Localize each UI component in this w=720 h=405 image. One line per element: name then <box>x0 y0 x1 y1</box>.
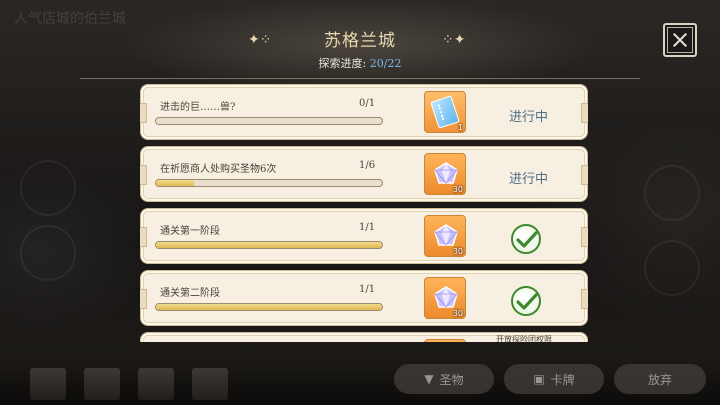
progress-value: 20/22 <box>369 57 402 70</box>
reward-item[interactable] <box>424 339 466 342</box>
task-row: 在祈愿商人处购买圣物6次 1/6 30 进行中 <box>140 146 588 202</box>
task-count: 1/6 <box>359 160 376 171</box>
task-name: 通关第二阶段 <box>160 288 220 299</box>
task-progress-fill <box>156 180 194 186</box>
task-progress-bar <box>155 303 383 311</box>
ticket-icon <box>430 95 460 129</box>
abandon-button[interactable]: 放弃 <box>614 364 706 394</box>
close-icon <box>667 27 693 53</box>
reward-quantity: 30 <box>452 185 463 194</box>
diamond-icon <box>434 162 458 184</box>
party-portrait <box>84 368 120 400</box>
task-progress-bar <box>155 241 383 249</box>
background-node-circle <box>644 165 700 221</box>
party-portrait <box>30 368 66 400</box>
goblet-icon: ▼ <box>424 372 434 386</box>
task-count: 1/1 <box>359 284 376 295</box>
reward-quantity: 1 <box>457 123 463 132</box>
task-row: 通关第一阶段 1/1 30 <box>140 208 588 264</box>
party-portrait <box>138 368 174 400</box>
task-row: 通关第二阶段 1/1 30 <box>140 270 588 326</box>
task-progress-fill <box>156 304 382 310</box>
task-count: 0/1 <box>359 98 376 109</box>
relic-button-label: 圣物 <box>439 372 464 387</box>
task-row: 开放探险团权限 <box>140 332 588 342</box>
task-status: 进行中 <box>509 110 549 125</box>
task-name: 在祈愿商人处购买圣物6次 <box>160 164 277 175</box>
task-row: 进击的巨……兽? 0/1 1 进行中 <box>140 84 588 140</box>
reward-item[interactable]: 30 <box>424 215 466 257</box>
diamond-icon <box>434 286 458 308</box>
card-button[interactable]: ▣ 卡牌 <box>504 364 604 394</box>
diamond-icon <box>434 224 458 246</box>
header-divider <box>80 78 640 79</box>
task-name: 通关第一阶段 <box>160 226 220 237</box>
task-status: 进行中 <box>509 172 549 187</box>
task-name: 进击的巨……兽? <box>160 102 236 113</box>
reward-quantity: 30 <box>452 309 463 318</box>
task-status: 开放探险团权限 <box>496 335 552 342</box>
ornament-right: ⁘✦ <box>442 32 466 48</box>
party-portrait <box>192 368 228 400</box>
background-node-circle <box>20 225 76 281</box>
reward-item[interactable]: 30 <box>424 153 466 195</box>
card-button-label: 卡牌 <box>550 372 575 387</box>
abandon-button-label: 放弃 <box>647 372 672 387</box>
task-progress-bar <box>155 117 383 125</box>
ornament-left: ✦⁘ <box>248 32 272 48</box>
reward-item[interactable]: 30 <box>424 277 466 319</box>
progress-label: 探索进度: <box>318 57 367 70</box>
city-title: 苏格兰城 <box>324 31 396 51</box>
reward-quantity: 30 <box>452 247 463 256</box>
task-list[interactable]: 进击的巨……兽? 0/1 1 进行中 在祈愿商人处购买圣物6次 1/6 30 进… <box>140 84 588 342</box>
background-node-circle <box>644 240 700 296</box>
completed-check-icon[interactable] <box>511 286 541 316</box>
exploration-progress: 探索进度: 20/22 <box>80 55 640 71</box>
close-button[interactable] <box>663 23 697 57</box>
reward-item[interactable]: 1 <box>424 91 466 133</box>
task-count: 1/1 <box>359 222 376 233</box>
cards-icon: ▣ <box>533 372 545 386</box>
background-node-circle <box>20 160 76 216</box>
task-progress-bar <box>155 179 383 187</box>
task-progress-fill <box>156 242 382 248</box>
completed-check-icon[interactable] <box>511 224 541 254</box>
panel-header: ✦⁘ 苏格兰城 探索进度: 20/22 ⁘✦ <box>80 14 640 80</box>
relic-button[interactable]: ▼ 圣物 <box>394 364 494 394</box>
